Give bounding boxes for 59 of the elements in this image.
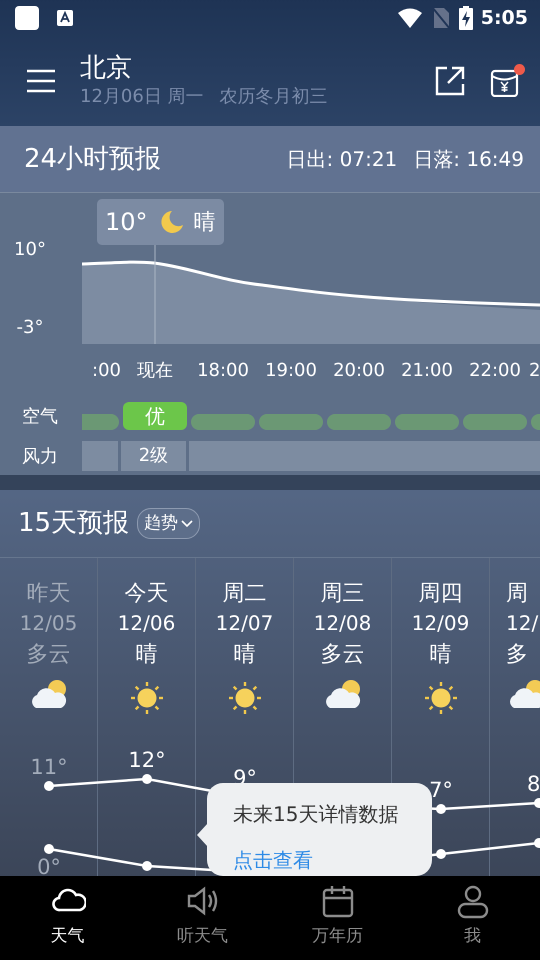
nav-tab[interactable]: 万年历 (270, 876, 405, 960)
row-label: 风力 (21, 444, 59, 468)
date-text: 12月06日 周一 (80, 84, 204, 108)
weather-text: 多云 (320, 641, 364, 669)
weather-text: 晴 (430, 641, 452, 669)
time-label: 19:00 (264, 359, 318, 383)
day-date: 12/ (506, 610, 538, 637)
air-quality-pill: 优 (123, 402, 187, 430)
time-label: 2 (529, 359, 540, 383)
day-name: 昨天 (26, 580, 70, 608)
nav-tab[interactable]: 听天气 (135, 876, 270, 960)
day-date: 12/07 (216, 610, 274, 637)
day-date: 12/06 (118, 610, 176, 637)
temperature-label: 11° (30, 755, 68, 779)
trend-dropdown[interactable]: 趋势 (137, 508, 200, 540)
nav-tab[interactable]: 我 (405, 876, 540, 960)
axis-label: 10° (14, 238, 46, 262)
temperature-label: 0° (37, 855, 61, 876)
wifi-icon (396, 7, 423, 29)
section-title: 24小时预报 (24, 142, 162, 176)
time-label: 21:00 (400, 359, 454, 383)
tooltip-temperature: 10° (105, 207, 148, 238)
lunar-date-text: 农历冬月初三 (220, 84, 328, 108)
menu-button[interactable] (26, 69, 56, 93)
temperature-label: 12° (128, 748, 166, 772)
weather-text: 多云 (26, 641, 70, 669)
time-label: :00 (91, 359, 121, 383)
temperature-label: 8 (527, 772, 540, 796)
day-name: 周四 (418, 580, 462, 608)
clock: 5:05 (480, 6, 528, 31)
day-date: 12/05 (20, 610, 78, 637)
day-date: 12/09 (412, 610, 470, 637)
time-label: 现在 (136, 359, 174, 383)
day-name: 今天 (124, 580, 168, 608)
city-name: 北京 (80, 52, 133, 82)
notification-icon (56, 9, 74, 27)
weather-text: 多 (506, 641, 528, 669)
caret-icon (181, 520, 194, 528)
time-label: 20:00 (332, 359, 386, 383)
section-title: 15天预报 (18, 507, 130, 540)
day-name: 周二 (222, 580, 266, 608)
axis-label: -3° (16, 316, 44, 340)
weather-text: 晴 (234, 641, 256, 669)
time-label: 22:00 (468, 359, 522, 383)
weather-text: 晴 (136, 641, 158, 669)
wind-cell: 2级 (121, 441, 186, 471)
day-date: 12/08 (314, 610, 372, 637)
day-name: 周三 (320, 580, 364, 608)
battery-icon (458, 6, 473, 30)
temperature-label: 7° (429, 778, 453, 802)
share-button[interactable] (434, 65, 466, 97)
time-label: 18:00 (196, 359, 250, 383)
sunset-text: 日落: 16:49 (413, 146, 524, 173)
sunrise-text: 日出: 07:21 (286, 146, 398, 173)
row-label: 空气 (21, 405, 59, 429)
nav-tab[interactable]: 天气 (0, 876, 135, 960)
day-name: 周 (506, 580, 528, 608)
tooltip-weather: 晴 (194, 208, 216, 236)
notification-icon (14, 5, 40, 31)
